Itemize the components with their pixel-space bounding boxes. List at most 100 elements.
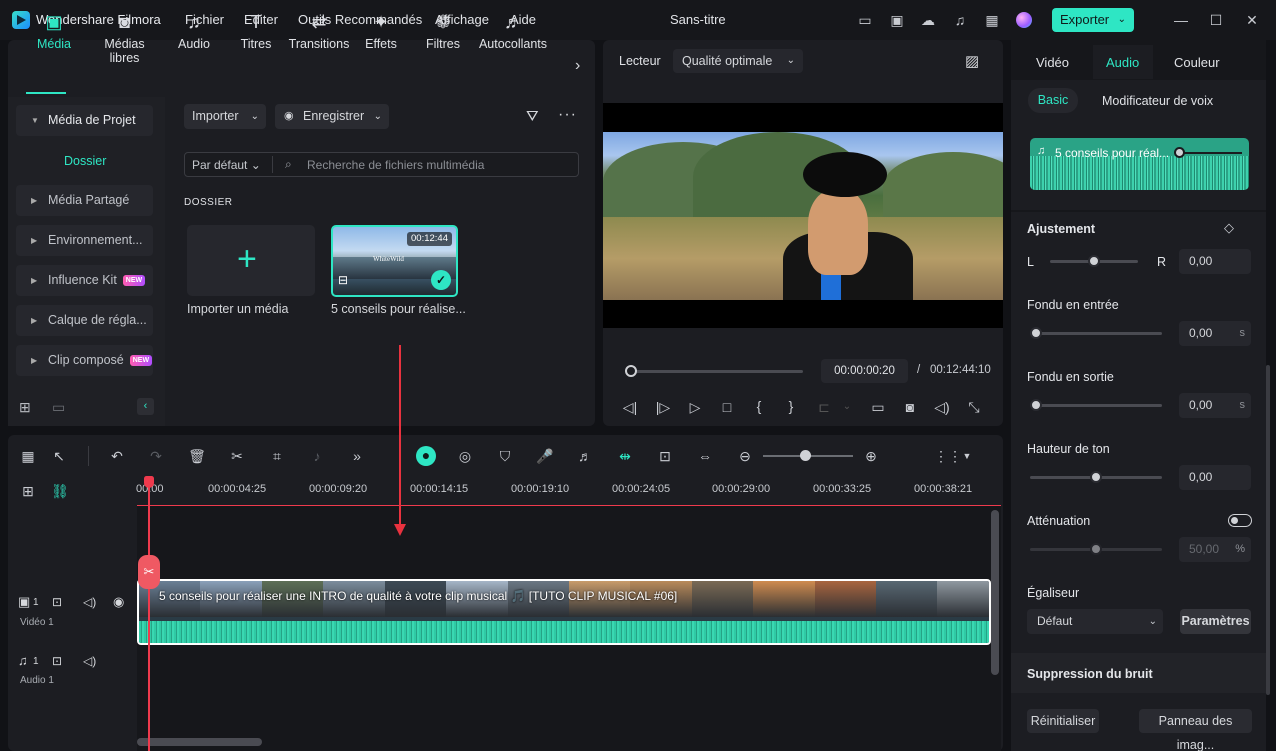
keyframe-diamond-icon[interactable]: ◇ bbox=[1224, 220, 1234, 236]
tab-audio[interactable]: ♫ Audio bbox=[159, 12, 229, 51]
tab-titles[interactable]: T Titres bbox=[221, 12, 291, 51]
camera-icon[interactable]: ◙ bbox=[901, 398, 919, 416]
crop-icon[interactable]: ⌗ bbox=[268, 447, 286, 465]
tab-effects[interactable]: ✦ Effets bbox=[346, 12, 416, 51]
clip-volume-knob[interactable] bbox=[1174, 147, 1185, 158]
more-tools-icon[interactable]: » bbox=[348, 447, 366, 465]
pitch-slider[interactable] bbox=[1030, 471, 1162, 483]
insert-icon[interactable]: ⊏ bbox=[815, 398, 833, 416]
quality-dropdown[interactable]: Qualité optimale ⌄ bbox=[673, 49, 803, 73]
render-icon[interactable]: ◎ bbox=[456, 447, 474, 465]
lock-icon[interactable]: ⊡ bbox=[52, 595, 62, 609]
ducking-knob[interactable] bbox=[1090, 543, 1102, 555]
sidebar-item-compound-clip[interactable]: ▶ Clip composé NEW bbox=[16, 345, 153, 376]
filter-icon[interactable]: ⛛ bbox=[526, 108, 539, 125]
stop-icon[interactable]: □ bbox=[718, 398, 736, 416]
fade-out-knob[interactable] bbox=[1030, 399, 1042, 411]
fade-out-value[interactable]: 0,00 s bbox=[1179, 393, 1251, 418]
add-track-icon[interactable]: ⊞ bbox=[19, 482, 37, 500]
layout-icon[interactable]: ▭ bbox=[856, 11, 874, 29]
equalizer-settings-button[interactable]: Paramètres bbox=[1180, 609, 1251, 634]
export-button[interactable]: Exporter ⌄ bbox=[1052, 8, 1134, 32]
minimize-icon[interactable]: — bbox=[1172, 11, 1190, 29]
playhead-handle[interactable] bbox=[144, 476, 154, 488]
avatar[interactable] bbox=[1016, 12, 1032, 28]
subtab-basic[interactable]: Basic bbox=[1028, 88, 1078, 113]
balance-slider[interactable] bbox=[1050, 255, 1138, 267]
playhead-line[interactable] bbox=[148, 478, 150, 751]
tab-video[interactable]: Vidéo bbox=[1036, 55, 1069, 70]
reset-button[interactable]: Réinitialiser bbox=[1027, 709, 1099, 733]
next-frame-icon[interactable]: |▷ bbox=[654, 398, 672, 416]
tab-transitions[interactable]: ⇄ Transitions bbox=[284, 12, 354, 51]
ai-assistant-icon[interactable]: ● bbox=[416, 446, 436, 466]
scissors-icon[interactable]: ✂ bbox=[228, 447, 246, 465]
track-menu-icon[interactable]: ⋮⋮ bbox=[934, 447, 962, 465]
fade-out-slider[interactable] bbox=[1030, 399, 1162, 411]
tab-color[interactable]: Couleur bbox=[1174, 55, 1220, 70]
eye-icon[interactable]: ◉ bbox=[113, 594, 124, 610]
audio-split-icon[interactable]: ♪ bbox=[308, 447, 326, 465]
cloud-icon[interactable]: ☁ bbox=[919, 11, 937, 29]
sidebar-item-environment[interactable]: ▶ Environnement... bbox=[16, 225, 153, 256]
grid-icon[interactable]: ▦ bbox=[983, 11, 1001, 29]
tab-stock-media[interactable]: ◙ Médias libres bbox=[89, 12, 160, 65]
subtab-voice-changer[interactable]: Modificateur de voix bbox=[1102, 94, 1213, 108]
ducking-toggle[interactable] bbox=[1228, 514, 1252, 527]
fade-in-slider[interactable] bbox=[1030, 327, 1162, 339]
play-icon[interactable]: ▷ bbox=[686, 398, 704, 416]
tab-audio[interactable]: Audio bbox=[1106, 55, 1139, 70]
sidebar-item-folder[interactable]: Dossier bbox=[64, 154, 106, 168]
video-preview[interactable] bbox=[603, 103, 1003, 328]
properties-scrollbar[interactable] bbox=[1266, 365, 1270, 695]
volume-icon[interactable]: ◁) bbox=[933, 398, 951, 416]
previous-frame-icon[interactable]: ◁| bbox=[621, 398, 639, 416]
sidebar-item-adjustment-layer[interactable]: ▶ Calque de régla... bbox=[16, 305, 153, 336]
sidebar-item-project-media[interactable]: ▼ Média de Projet bbox=[16, 105, 153, 136]
split-scissors-icon[interactable]: ✂ bbox=[138, 555, 160, 589]
voiceover-icon[interactable]: ♬ bbox=[576, 447, 594, 465]
ducking-slider[interactable] bbox=[1030, 543, 1162, 555]
new-folder-icon[interactable]: ⊞ bbox=[19, 399, 31, 416]
snap-icon[interactable]: ⇹ bbox=[616, 447, 634, 465]
chevron-down-icon[interactable]: ⌄ bbox=[838, 398, 856, 416]
undo-icon[interactable]: ↶ bbox=[108, 447, 126, 465]
tab-filters[interactable]: ❁ Filtres bbox=[408, 12, 478, 51]
link-icon[interactable]: ⛓ bbox=[51, 482, 69, 500]
ducking-value[interactable]: 50,00% bbox=[1179, 537, 1251, 562]
balance-knob[interactable] bbox=[1088, 255, 1100, 267]
video-clip[interactable]: 5 conseils pour réaliser une INTRO de qu… bbox=[137, 579, 991, 645]
speaker-icon[interactable]: ◁) bbox=[83, 595, 96, 609]
speaker-icon[interactable]: ◁) bbox=[83, 654, 96, 668]
media-clip-thumbnail[interactable]: 00:12:44 WhiteWild ⊟ ✓ bbox=[331, 225, 458, 297]
sidebar-item-shared[interactable]: ▶ Média Partagé bbox=[16, 185, 153, 216]
more-icon[interactable]: ··· bbox=[558, 106, 577, 124]
display-icon[interactable]: ▭ bbox=[869, 398, 887, 416]
zoom-out-icon[interactable]: ⊖ bbox=[736, 447, 754, 465]
headset-icon[interactable]: ♫ bbox=[951, 11, 969, 29]
sort-dropdown[interactable]: Par défaut ⌄ bbox=[192, 158, 261, 172]
chevron-right-icon[interactable]: › bbox=[575, 57, 580, 75]
folder-icon[interactable]: ▭ bbox=[52, 399, 65, 416]
marker-icon[interactable]: ⛉ bbox=[496, 447, 514, 465]
horizontal-scrollbar[interactable] bbox=[137, 738, 262, 746]
keyframe-panel-button[interactable]: Panneau des imag... bbox=[1139, 709, 1252, 751]
pitch-value[interactable]: 0,00 bbox=[1179, 465, 1251, 490]
playback-progress-track[interactable] bbox=[625, 365, 803, 377]
zoom-slider-knob[interactable] bbox=[800, 450, 811, 461]
pitch-knob[interactable] bbox=[1090, 471, 1102, 483]
current-time-field[interactable]: 00:00:00:20 bbox=[821, 359, 908, 383]
equalizer-preset-dropdown[interactable]: Défaut ⌄ bbox=[1027, 609, 1163, 634]
vertical-scrollbar[interactable] bbox=[991, 510, 999, 675]
fullscreen-icon[interactable]: ⤡ bbox=[965, 398, 983, 416]
import-button[interactable]: Importer ⌄ bbox=[184, 104, 266, 129]
tab-media[interactable]: ▣ Média bbox=[19, 12, 89, 51]
record-button[interactable]: ◉ Enregistrer ⌄ bbox=[275, 104, 389, 129]
import-media-tile[interactable]: + bbox=[187, 225, 315, 296]
auto-ripple-icon[interactable]: ⊡ bbox=[656, 447, 674, 465]
mark-out-icon[interactable]: } bbox=[782, 397, 800, 415]
tab-stickers[interactable]: ♬ Autocollants bbox=[475, 12, 551, 51]
microphone-icon[interactable]: 🎤 bbox=[536, 447, 554, 465]
noise-reduction-label[interactable]: Suppression du bruit bbox=[1027, 667, 1153, 681]
fit-icon[interactable]: ⇔ bbox=[696, 447, 714, 465]
